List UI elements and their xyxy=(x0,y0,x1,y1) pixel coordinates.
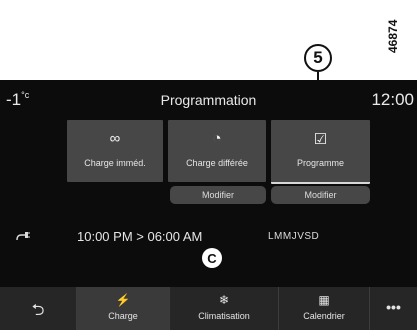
page-title: Programmation xyxy=(160,92,257,108)
schedule-days: LMMJVSD xyxy=(268,231,320,242)
mode-charge-immediate[interactable]: ∞ Charge imméd. xyxy=(67,120,163,182)
plug-icon xyxy=(15,228,31,245)
callout-5: 5 xyxy=(304,44,332,72)
modify-deferred-button[interactable]: Modifier xyxy=(170,186,266,204)
tab-label: Calendrier xyxy=(303,311,345,321)
header: -1°c Programmation 12:00 xyxy=(0,80,417,120)
infotainment-screen: -1°c Programmation 12:00 ∞ Charge imméd.… xyxy=(0,80,417,330)
mode-label: Programme xyxy=(296,158,344,168)
modify-programme-button[interactable]: Modifier xyxy=(271,186,370,204)
infinity-icon: ∞ xyxy=(109,130,121,147)
calendar-check-icon: ☑ xyxy=(313,131,328,148)
back-icon: ⮌ xyxy=(31,302,45,319)
figure-reference: 46874 xyxy=(386,19,400,53)
callout-c: C xyxy=(202,248,222,268)
schedule-row[interactable]: 10:00 PM > 06:00 AM LMMJVSD xyxy=(0,228,417,250)
calendar-icon: ▦ xyxy=(318,293,330,307)
more-icon: ••• xyxy=(386,299,401,315)
tab-label: Climatisation xyxy=(198,311,250,321)
climate-icon: ❄ xyxy=(218,293,230,307)
schedule-time-range: 10:00 PM > 06:00 AM xyxy=(77,229,203,244)
tab-label: Charge xyxy=(108,311,138,321)
mode-charge-deferred[interactable]: ◔ Charge différée xyxy=(168,120,266,182)
back-button[interactable]: ⮌ xyxy=(0,287,77,330)
mode-label: Charge différée xyxy=(186,158,248,168)
bottom-nav: ⮌ ⚡ Charge ❄ Climatisation ▦ Calendrier … xyxy=(0,287,417,330)
tab-charge[interactable]: ⚡ Charge xyxy=(77,287,170,330)
clock: 12:00 xyxy=(371,90,414,109)
tab-climatisation[interactable]: ❄ Climatisation xyxy=(170,287,279,330)
charge-icon: ⚡ xyxy=(115,293,131,307)
tab-calendrier[interactable]: ▦ Calendrier xyxy=(279,287,370,330)
clock-icon: ◔ xyxy=(212,130,222,147)
mode-label: Charge imméd. xyxy=(84,158,146,168)
more-button[interactable]: ••• xyxy=(370,287,417,330)
mode-programme[interactable]: ☑ Programme xyxy=(271,120,370,184)
